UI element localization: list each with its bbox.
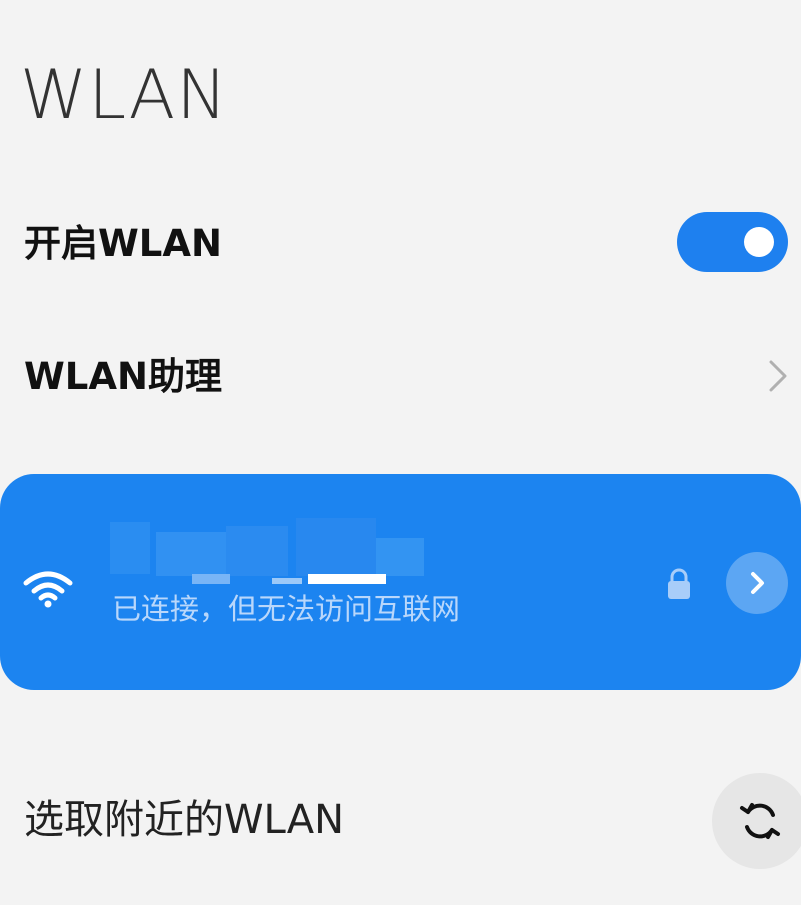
wlan-toggle-label: 开启WLAN bbox=[24, 222, 222, 265]
network-details-button[interactable] bbox=[726, 552, 788, 614]
chevron-right-icon[interactable] bbox=[763, 358, 793, 394]
wifi-icon bbox=[23, 571, 73, 608]
wlan-settings-screen: WLAN 开启WLAN WLAN助理 已连接，但无法访问互联网 选取附近的WLA… bbox=[0, 0, 801, 905]
toggle-knob bbox=[744, 227, 774, 257]
refresh-icon bbox=[740, 803, 780, 839]
refresh-button[interactable] bbox=[712, 773, 801, 869]
lock-icon bbox=[668, 568, 690, 599]
network-status-text: 已连接，但无法访问互联网 bbox=[112, 592, 461, 626]
wlan-toggle-switch[interactable] bbox=[677, 212, 788, 272]
connected-network-card[interactable]: 已连接，但无法访问互联网 bbox=[0, 474, 801, 690]
network-ssid-redacted bbox=[106, 512, 426, 584]
chevron-right-icon bbox=[751, 572, 764, 594]
nearby-networks-label: 选取附近的WLAN bbox=[24, 797, 345, 843]
page-title: WLAN bbox=[20, 56, 229, 135]
wlan-assistant-item[interactable]: WLAN助理 bbox=[24, 358, 222, 395]
